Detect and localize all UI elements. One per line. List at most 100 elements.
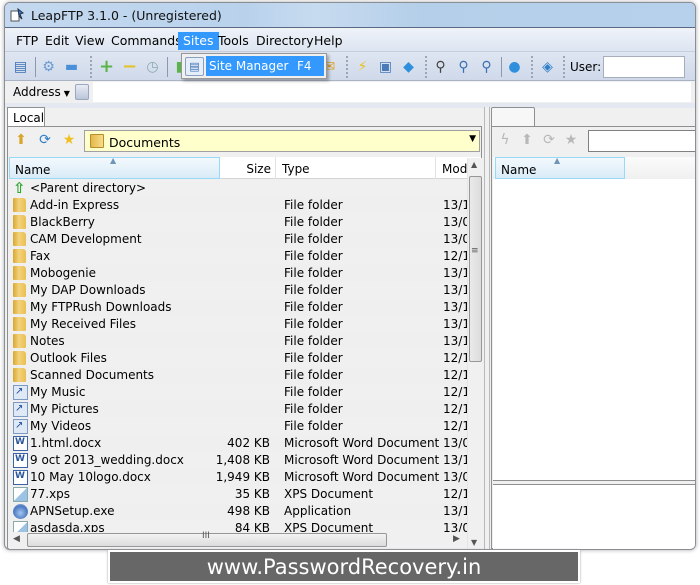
- remote-path-input[interactable]: [588, 130, 695, 152]
- file-type: File folder: [284, 385, 343, 399]
- menu-ftp[interactable]: FTP: [11, 32, 43, 50]
- find-prev-icon[interactable]: ⚲: [478, 58, 495, 75]
- chevron-down-icon[interactable]: ▼: [469, 134, 476, 144]
- file-modified: 13/1: [443, 198, 467, 212]
- toolbar-grip[interactable]: [90, 56, 93, 78]
- menu-tools[interactable]: Tools: [213, 32, 254, 50]
- file-name: Outlook Files: [30, 351, 107, 365]
- table-row[interactable]: My FTPRush Downloads File folder 13/1: [9, 299, 467, 316]
- address-bar: Address ▼: [5, 82, 695, 103]
- folder-icon: [13, 351, 26, 365]
- folder-icon: [13, 368, 26, 382]
- scroll-down-icon[interactable]: ▼: [471, 538, 477, 547]
- table-row[interactable]: My Videos File folder 12/1: [9, 417, 467, 435]
- user-input[interactable]: [603, 56, 685, 78]
- word-document-icon: [13, 451, 28, 468]
- file-name: My Pictures: [30, 402, 99, 416]
- toolbar-grip[interactable]: [425, 56, 428, 78]
- file-type: File folder: [284, 334, 343, 348]
- settings-icon[interactable]: ⚙: [40, 58, 57, 75]
- column-size[interactable]: Size: [220, 157, 276, 179]
- toolbar-grip[interactable]: [346, 56, 349, 78]
- terminal-icon[interactable]: ▣: [377, 58, 394, 75]
- table-row[interactable]: Scanned Documents File folder 12/1: [9, 367, 467, 384]
- scroll-right-icon[interactable]: ▶: [453, 534, 460, 544]
- table-row[interactable]: APNSetup.exe 498 KB Application 13/1: [9, 503, 467, 520]
- toolbar-separator: [501, 57, 502, 77]
- local-path-combo[interactable]: Documents ▼: [84, 130, 480, 152]
- toolbar-grip[interactable]: [531, 56, 534, 78]
- remote-column-name[interactable]: ▲ Name: [495, 156, 625, 179]
- scroll-left-icon[interactable]: ◀: [13, 534, 20, 544]
- menu-help[interactable]: Help: [309, 32, 348, 50]
- documents-folder-icon: [90, 134, 104, 148]
- find-next-icon[interactable]: ⚲: [455, 58, 472, 75]
- title-bar: LeapFTP 3.1.0 - (Unregistered): [5, 3, 695, 28]
- folder-icon: [13, 334, 26, 348]
- address-input[interactable]: [93, 82, 691, 102]
- table-row[interactable]: My Pictures File folder 12/1: [9, 400, 467, 418]
- menu-item-site-manager[interactable]: Site Manager F4: [206, 56, 324, 76]
- clock-icon[interactable]: ◷: [144, 58, 161, 75]
- parent-folder-icon[interactable]: ⬆: [12, 131, 30, 149]
- table-row[interactable]: BlackBerry File folder 13/0: [9, 214, 467, 231]
- table-row[interactable]: Outlook Files File folder 12/1: [9, 350, 467, 367]
- table-row[interactable]: Mobogenie File folder 13/1: [9, 265, 467, 282]
- file-name: Scanned Documents: [30, 368, 155, 382]
- file-modified: 13/1: [443, 300, 467, 314]
- file-type: File folder: [284, 232, 343, 246]
- table-row[interactable]: Notes File folder 13/1: [9, 333, 467, 350]
- column-name[interactable]: ▲ Name: [9, 156, 220, 179]
- parent-folder-icon[interactable]: ⬆: [518, 131, 536, 149]
- local-vertical-scrollbar[interactable]: ▲ ≡ ▼: [467, 158, 483, 549]
- watermark-banner: www.PasswordRecovery.in: [108, 550, 580, 583]
- shortcut-folder-icon: [13, 383, 28, 400]
- table-row[interactable]: My Received Files File folder 13/1: [9, 316, 467, 333]
- menu-view[interactable]: View: [70, 32, 110, 50]
- disconnect-icon[interactable]: ϟ: [496, 131, 514, 149]
- table-row[interactable]: My DAP Downloads File folder 13/1: [9, 282, 467, 299]
- local-horizontal-scrollbar[interactable]: ◀ III ▶: [9, 531, 467, 549]
- lightning-icon[interactable]: ⚡: [354, 58, 371, 75]
- address-dropdown[interactable]: Address ▼: [13, 85, 70, 99]
- table-row[interactable]: 9 oct 2013_wedding.docx 1,408 KB Microsoft…: [9, 451, 467, 469]
- table-row[interactable]: Fax File folder 12/1: [9, 248, 467, 265]
- file-modified: 13/1: [443, 504, 467, 518]
- toolbar-grip[interactable]: [563, 56, 566, 78]
- file-type: File folder: [284, 368, 343, 382]
- file-modified: 12/1: [443, 351, 467, 365]
- find-icon[interactable]: ⚲: [432, 58, 449, 75]
- site-manager-icon[interactable]: ▤: [12, 58, 29, 75]
- table-row[interactable]: ⇧ <Parent directory>: [9, 180, 467, 197]
- scroll-thumb[interactable]: [469, 176, 482, 362]
- refresh-icon[interactable]: ⟳: [540, 131, 558, 149]
- refresh-icon[interactable]: ⟳: [36, 131, 54, 149]
- scroll-up-icon[interactable]: ▲: [471, 160, 477, 169]
- table-row[interactable]: My Music File folder 12/1: [9, 383, 467, 401]
- menu-commands[interactable]: Commands: [106, 32, 187, 50]
- info-icon[interactable]: ◆: [400, 58, 417, 75]
- add-icon[interactable]: +: [98, 56, 115, 77]
- table-row[interactable]: Add-in Express File folder 13/1: [9, 197, 467, 214]
- table-row[interactable]: 77.xps 35 KB XPS Document 12/1: [9, 486, 467, 503]
- table-row[interactable]: CAM Development File folder 13/0: [9, 231, 467, 248]
- tab-remote[interactable]: [491, 107, 535, 127]
- parent-directory-icon: ⇧: [13, 179, 26, 197]
- sort-asc-icon: ▲: [110, 156, 117, 165]
- file-name: 77.xps: [30, 487, 71, 501]
- globe-icon[interactable]: ●: [506, 58, 523, 75]
- favorites-star-icon[interactable]: ★: [60, 131, 78, 149]
- local-file-list: ⇧ <Parent directory> Add-in Express File fo…: [9, 180, 467, 537]
- column-modified[interactable]: Modi: [436, 157, 471, 179]
- folder-icon[interactable]: ▬: [63, 58, 80, 75]
- table-row[interactable]: 1.html.docx 402 KB Microsoft Word Document…: [9, 434, 467, 452]
- book-icon[interactable]: ◈: [539, 58, 556, 75]
- remote-log-area: [493, 484, 695, 549]
- tab-local[interactable]: Local: [7, 107, 45, 127]
- pane-splitter[interactable]: [484, 107, 490, 549]
- favorites-star-icon[interactable]: ★: [562, 131, 580, 149]
- column-type[interactable]: Type: [276, 157, 436, 179]
- remove-icon[interactable]: −: [121, 56, 138, 77]
- file-type: File folder: [284, 351, 343, 365]
- table-row[interactable]: 10 May 10logo.docx 1,949 KB Microsoft Word…: [9, 468, 467, 486]
